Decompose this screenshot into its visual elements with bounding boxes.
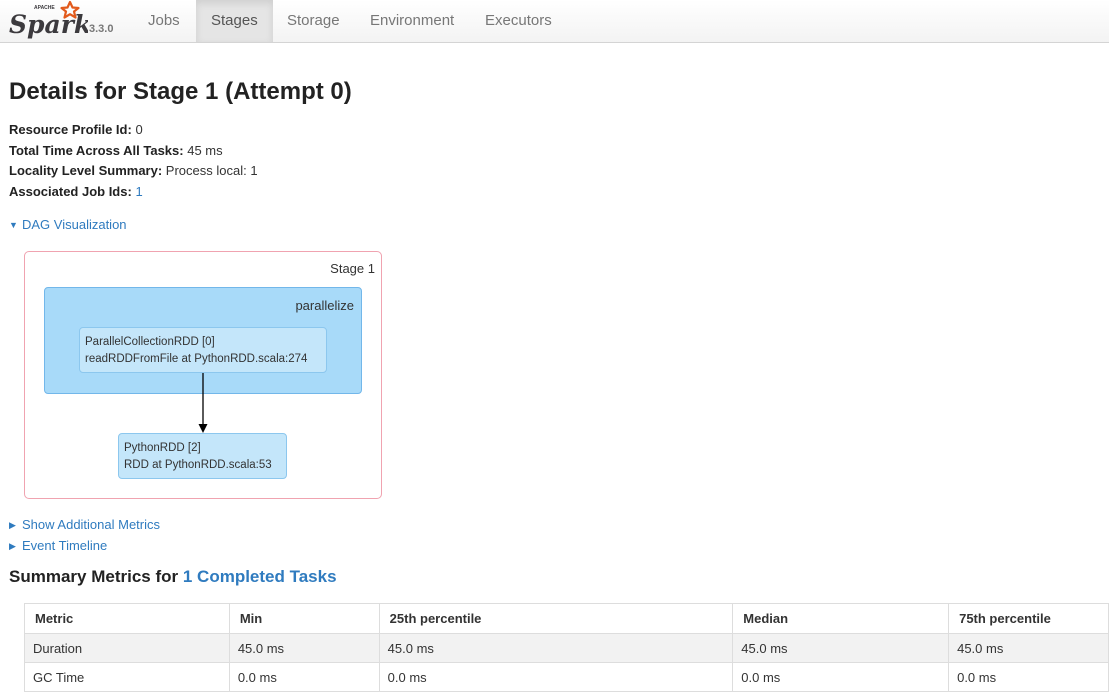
dag-stage-label: Stage 1 — [330, 261, 375, 276]
tab-executors[interactable]: Executors — [470, 0, 567, 42]
summary-value: 0 — [135, 122, 143, 137]
dag-node-name: PythonRDD [2] — [124, 442, 201, 454]
column-header-25th[interactable]: 25th percentile — [378, 603, 734, 634]
show-additional-metrics-toggle[interactable]: ▶ Show Additional Metrics — [9, 517, 160, 532]
stage-summary-list: Resource Profile Id: 0 Total Time Across… — [9, 120, 258, 202]
summary-label: Locality Level Summary: — [9, 163, 163, 179]
additional-metrics-label: Show Additional Metrics — [22, 517, 161, 532]
summary-value: Process local: 1 — [165, 163, 258, 179]
table-row: Duration 45.0 ms 45.0 ms 45.0 ms 45.0 ms — [24, 633, 1109, 663]
table-cell: 0.0 ms — [732, 662, 950, 692]
tab-jobs[interactable]: Jobs — [133, 0, 195, 42]
table-cell: 45.0 ms — [378, 633, 734, 663]
tab-environment[interactable]: Environment — [355, 0, 469, 42]
triangle-down-icon: ▼ — [9, 220, 18, 230]
event-timeline-label: Event Timeline — [22, 538, 108, 553]
dag-node-callsite: readRDDFromFile at PythonRDD.scala:274 — [85, 353, 308, 365]
table-row: GC Time 0.0 ms 0.0 ms 0.0 ms 0.0 ms — [24, 662, 1109, 692]
dag-node-name: ParallelCollectionRDD [0] — [85, 336, 215, 348]
table-cell: GC Time — [24, 662, 230, 692]
dag-cluster-label: parallelize — [295, 298, 354, 313]
spark-logo-icon: APACHE Spark — [9, 0, 88, 39]
dag-node-python-rdd[interactable]: PythonRDD [2] RDD at PythonRDD.scala:53 — [118, 433, 287, 479]
logo-wordmark: Spark — [9, 10, 88, 39]
version-label: 3.3.0 — [89, 23, 114, 35]
summary-label: Associated Job Ids: — [9, 183, 132, 199]
summary-locality: Locality Level Summary: Process local: 1 — [9, 161, 258, 182]
table-cell: 0.0 ms — [378, 662, 734, 692]
summary-label: Total Time Across All Tasks: — [9, 142, 184, 158]
summary-resource-profile: Resource Profile Id: 0 — [9, 120, 258, 141]
page-title: Details for Stage 1 (Attempt 0) — [9, 78, 352, 105]
triangle-right-icon: ▶ — [9, 520, 16, 530]
column-header-metric[interactable]: Metric — [24, 603, 230, 634]
dag-visualization-toggle[interactable]: ▼ DAG Visualization — [9, 217, 127, 232]
summary-metrics-heading: Summary Metrics for 1 Completed Tasks — [9, 567, 337, 587]
tab-storage[interactable]: Storage — [272, 0, 355, 42]
table-cell: Duration — [24, 633, 230, 663]
summary-value: 45 ms — [187, 142, 223, 158]
table-cell: 0.0 ms — [228, 662, 380, 692]
column-header-median[interactable]: Median — [732, 603, 950, 634]
table-cell: 45.0 ms — [948, 633, 1109, 663]
summary-job-ids: Associated Job Ids: 1 — [9, 182, 258, 203]
tab-stages[interactable]: Stages — [196, 0, 273, 42]
table-cell: 45.0 ms — [228, 633, 380, 663]
dag-toggle-label: DAG Visualization — [22, 217, 127, 232]
completed-tasks-link[interactable]: 1 Completed Tasks — [183, 567, 337, 586]
table-header-row: Metric Min 25th percentile Median 75th p… — [24, 603, 1109, 634]
summary-metrics-table: Metric Min 25th percentile Median 75th p… — [24, 603, 1109, 692]
dag-node-parallel-collection-rdd[interactable]: ParallelCollectionRDD [0] readRDDFromFil… — [79, 327, 327, 373]
summary-label: Resource Profile Id: — [9, 122, 132, 137]
metrics-title-prefix: Summary Metrics for — [9, 567, 179, 586]
table-cell: 45.0 ms — [732, 633, 950, 663]
table-cell: 0.0 ms — [948, 662, 1109, 692]
column-header-75th[interactable]: 75th percentile — [948, 603, 1109, 634]
summary-total-time: Total Time Across All Tasks: 45 ms — [9, 141, 258, 162]
triangle-right-icon: ▶ — [9, 541, 16, 551]
top-navbar: APACHE Spark 3.3.0 Jobs Stages Storage E… — [0, 0, 1109, 43]
job-id-link[interactable]: 1 — [135, 184, 142, 199]
column-header-min[interactable]: Min — [228, 603, 380, 634]
event-timeline-toggle[interactable]: ▶ Event Timeline — [9, 538, 107, 553]
dag-node-callsite: RDD at PythonRDD.scala:53 — [124, 459, 272, 471]
